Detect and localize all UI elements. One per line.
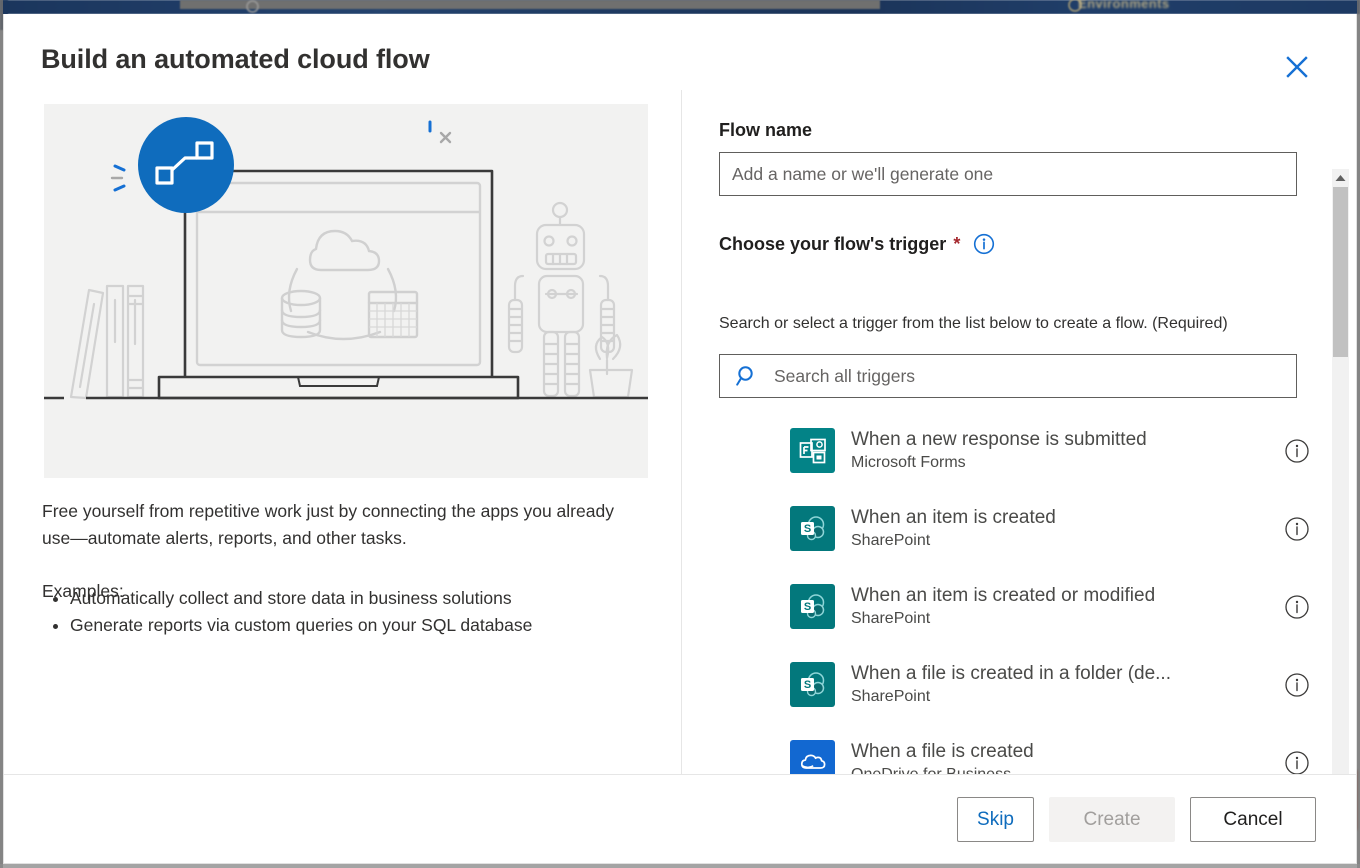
info-circle-icon: [1285, 439, 1309, 463]
trigger-connector: SharePoint: [851, 610, 931, 628]
trigger-info-button[interactable]: [1284, 750, 1310, 774]
trigger-text: When a file is created OneDrive for Busi…: [851, 740, 1284, 774]
close-icon: [1286, 56, 1308, 78]
footer-button-group: Skip Create Cancel: [957, 797, 1316, 842]
microsoft-forms-icon: [790, 428, 835, 473]
caret-up-icon: [1335, 174, 1346, 181]
trigger-search-box[interactable]: [719, 354, 1297, 398]
trigger-title: When a file is created: [851, 740, 1034, 762]
required-marker: *: [953, 233, 961, 254]
info-circle-icon: [974, 233, 995, 255]
info-circle-icon: [1285, 517, 1309, 541]
build-automated-cloud-flow-dialog: Build an automated cloud flow Free yours…: [3, 14, 1357, 864]
trigger-text: When an item is created SharePoint: [851, 506, 1284, 552]
sharepoint-icon: S: [790, 584, 835, 629]
dialog-right-pane: Flow name Choose your flow's trigger * S…: [683, 90, 1356, 774]
sharepoint-glyph-icon: S: [800, 593, 824, 618]
onedrive-glyph-icon: [800, 754, 825, 769]
laptop-cloud-robot-illustration: [44, 117, 648, 400]
forms-glyph-icon: [799, 438, 826, 463]
trigger-label-row: Choose your flow's trigger *: [719, 233, 995, 255]
list-item: Generate reports via custom queries on y…: [70, 612, 662, 639]
dialog-left-pane: Free yourself from repetitive work just …: [4, 90, 682, 774]
trigger-title: When a file is created in a folder (de..…: [851, 662, 1171, 684]
trigger-list-scrollbar[interactable]: [1332, 169, 1349, 774]
info-circle-icon: [1285, 751, 1309, 774]
trigger-info-button[interactable]: [1284, 516, 1310, 542]
background-secondary-gear-icon: [246, 0, 259, 13]
trigger-connector: SharePoint: [851, 688, 931, 706]
trigger-info-button[interactable]: [973, 233, 995, 255]
trigger-connector: OneDrive for Business: [851, 765, 1284, 774]
flow-illustration: [44, 104, 648, 478]
trigger-list-item[interactable]: S When an item is created or modified Sh…: [683, 568, 1328, 646]
scroll-up-button[interactable]: [1332, 169, 1349, 186]
description-text: Free yourself from repetitive work just …: [42, 501, 614, 549]
trigger-connector: Microsoft Forms: [851, 454, 966, 472]
sharepoint-glyph-icon: S: [800, 515, 824, 540]
trigger-text: When a file is created in a folder (de..…: [851, 662, 1284, 708]
cancel-button[interactable]: Cancel: [1190, 797, 1316, 842]
trigger-info-button[interactable]: [1284, 594, 1310, 620]
search-icon-wrap: [720, 364, 774, 388]
trigger-list: When a new response is submitted Microso…: [683, 412, 1328, 774]
flow-name-label: Flow name: [719, 120, 813, 140]
trigger-helper-text: Search or select a trigger from the list…: [719, 315, 1228, 332]
trigger-list-item[interactable]: When a file is created OneDrive for Busi…: [683, 724, 1328, 774]
flow-name-input[interactable]: [719, 152, 1297, 196]
trigger-text: When an item is created or modified Shar…: [851, 584, 1284, 630]
trigger-info-button[interactable]: [1284, 438, 1310, 464]
trigger-title: When an item is created or modified: [851, 584, 1156, 606]
trigger-title: When an item is created: [851, 506, 1056, 528]
trigger-list-item[interactable]: S When a file is created in a folder (de…: [683, 646, 1328, 724]
search-all-triggers-input[interactable]: [774, 355, 1296, 397]
svg-text:S: S: [803, 601, 810, 613]
sharepoint-icon: S: [790, 506, 835, 551]
info-circle-icon: [1285, 595, 1309, 619]
list-item: Automatically collect and store data in …: [70, 585, 662, 612]
trigger-connector: SharePoint: [851, 532, 931, 550]
search-icon: [736, 366, 753, 386]
trigger-text: When a new response is submitted Microso…: [851, 428, 1284, 474]
trigger-list-item[interactable]: When a new response is submitted Microso…: [683, 412, 1328, 490]
svg-text:S: S: [803, 523, 810, 535]
dialog-title: Build an automated cloud flow: [41, 44, 430, 74]
sharepoint-icon: S: [790, 662, 835, 707]
trigger-list-item[interactable]: S When an item is created SharePoint: [683, 490, 1328, 568]
close-dialog-button[interactable]: [1280, 50, 1314, 84]
window-edge-bottom: [0, 864, 1360, 868]
create-button[interactable]: Create: [1049, 797, 1175, 842]
onedrive-icon: [790, 740, 835, 774]
background-environments-label: Environments: [1078, 0, 1170, 11]
scrollbar-thumb[interactable]: [1333, 187, 1348, 357]
info-circle-icon: [1285, 673, 1309, 697]
svg-text:S: S: [803, 679, 810, 691]
trigger-info-button[interactable]: [1284, 672, 1310, 698]
dialog-footer: Skip Create Cancel: [4, 774, 1356, 863]
trigger-title: When a new response is submitted: [851, 428, 1147, 450]
examples-list: Automatically collect and store data in …: [42, 585, 662, 639]
trigger-label: Choose your flow's trigger: [719, 233, 947, 254]
background-toolbar: [180, 0, 880, 9]
sharepoint-glyph-icon: S: [800, 671, 824, 696]
skip-button[interactable]: Skip: [957, 797, 1034, 842]
